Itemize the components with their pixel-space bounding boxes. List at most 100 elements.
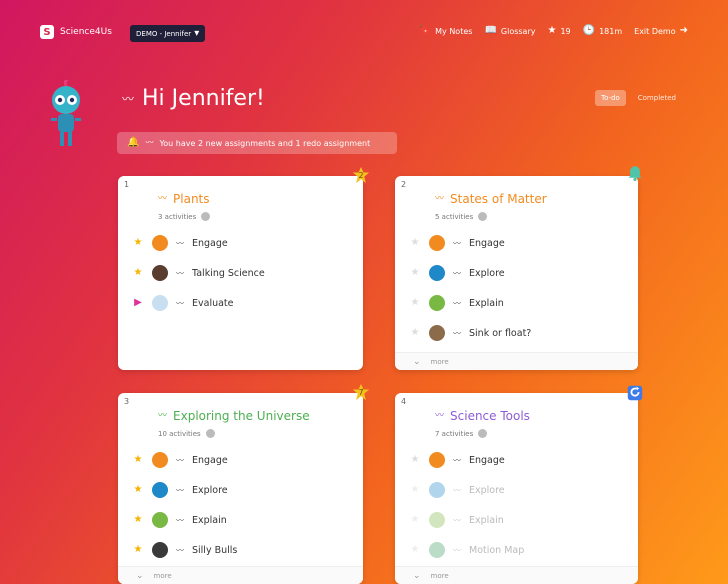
activity-row[interactable]: ★ 〰 Talking Science	[132, 258, 353, 288]
chevron-down-icon: ⌄	[136, 570, 144, 581]
assignment-card[interactable]: 4 〰 Science Tools 7 activities ★ 〰 Engag…	[395, 393, 638, 584]
exit-demo-link[interactable]: Exit Demo ➜	[634, 26, 688, 36]
stars-counter[interactable]: ★ 19	[547, 26, 570, 36]
activity-thumbnail	[152, 235, 168, 251]
assignment-card[interactable]: 1 〰 Plants 3 activities ★ 〰 Engage ★ 〰 T…	[118, 176, 363, 370]
audio-wave-icon[interactable]: 〰	[158, 194, 167, 204]
audio-wave-icon[interactable]: 〰	[145, 138, 153, 148]
new-badge-icon: 2	[352, 166, 370, 184]
exit-icon: ➜	[679, 25, 688, 36]
audio-wave-icon[interactable]: 〰	[453, 298, 461, 309]
audio-wave-icon[interactable]: 〰	[176, 455, 184, 466]
activity-row[interactable]: ★ 〰 Engage	[409, 228, 628, 258]
assignment-card[interactable]: 2 〰 States of Matter 5 activities ★ 〰 En…	[395, 176, 638, 370]
audio-wave-icon[interactable]: 〰	[453, 238, 461, 249]
activity-count-text: 5 activities	[435, 212, 474, 221]
star-icon: ★	[133, 484, 143, 495]
audio-wave-icon[interactable]: 〰	[453, 485, 461, 496]
bell-badge-icon	[626, 163, 644, 181]
audio-wave-icon[interactable]: 〰	[435, 194, 444, 204]
audio-wave-icon[interactable]: 〰	[176, 238, 184, 249]
top-bar: S Science4Us DEMO - Jennifer ▾ 🔖 My Note…	[0, 0, 728, 62]
audio-wave-icon[interactable]: 〰	[176, 268, 184, 279]
activity-row[interactable]: ★ 〰 Explain	[409, 288, 628, 318]
activity-row[interactable]: ★ 〰 Explain	[409, 505, 628, 535]
activity-count: 5 activities	[435, 212, 488, 221]
card-title-text: Exploring the Universe	[173, 409, 310, 423]
empty-star-icon: ★	[410, 237, 420, 248]
activity-row[interactable]: ★ 〰 Motion Map	[409, 535, 628, 565]
audio-wave-icon[interactable]: 〰	[176, 485, 184, 496]
brand-logo[interactable]: S Science4Us	[40, 25, 112, 39]
audio-wave-icon[interactable]: 〰	[158, 411, 167, 421]
info-icon[interactable]	[205, 429, 215, 438]
activity-label: Engage	[192, 237, 228, 249]
activity-count-text: 10 activities	[158, 429, 201, 438]
activity-row[interactable]: ★ 〰 Sink or float?	[409, 318, 628, 348]
card-title: 〰 Plants	[158, 192, 210, 206]
top-nav: 🔖 My Notes 📖 Glossary ★ 19 🕒 181m Exit D…	[419, 26, 688, 36]
info-icon[interactable]	[478, 429, 488, 438]
badge-count: 7	[358, 387, 364, 397]
activity-thumbnail	[429, 235, 445, 251]
exit-demo-label: Exit Demo	[634, 26, 676, 36]
info-icon[interactable]	[478, 212, 488, 221]
activity-row[interactable]: ★ 〰 Explore	[132, 475, 353, 505]
activity-thumbnail	[152, 542, 168, 558]
more-toggle[interactable]: ⌄ more	[118, 566, 363, 584]
audio-wave-icon[interactable]: 〰	[176, 298, 184, 309]
activity-thumbnail	[429, 512, 445, 528]
activity-row[interactable]: ★ 〰 Engage	[409, 445, 628, 475]
card-number: 1	[124, 180, 130, 189]
my-notes-link[interactable]: 🔖 My Notes	[419, 26, 473, 36]
star-icon: ★	[133, 544, 143, 555]
activity-label: Engage	[192, 454, 228, 466]
more-toggle[interactable]: ⌄ more	[395, 352, 638, 370]
tab-group: To-do Completed	[595, 90, 682, 106]
assignment-card[interactable]: 3 〰 Exploring the Universe 10 activities…	[118, 393, 363, 584]
tab-completed[interactable]: Completed	[632, 90, 682, 106]
audio-wave-icon[interactable]: 〰	[453, 328, 461, 339]
activity-row[interactable]: ★ 〰 Explain	[132, 505, 353, 535]
activity-row[interactable]: ★ 〰 Silly Bulls	[132, 535, 353, 565]
activity-list: ★ 〰 Engage ★ 〰 Talking Science ▶ 〰 Evalu…	[132, 228, 353, 318]
bookmark-icon: 🔖	[418, 25, 432, 36]
audio-wave-icon[interactable]: 〰	[122, 93, 134, 105]
activity-row[interactable]: ★ 〰 Engage	[132, 445, 353, 475]
activity-label: Explain	[469, 514, 504, 526]
tab-todo[interactable]: To-do	[595, 90, 626, 106]
activity-thumbnail	[152, 295, 168, 311]
time-counter[interactable]: 🕒 181m	[583, 26, 623, 36]
activity-count-text: 3 activities	[158, 212, 197, 221]
audio-wave-icon[interactable]: 〰	[435, 411, 444, 421]
mascot-robot-icon	[51, 80, 81, 146]
activity-row[interactable]: ★ 〰 Explore	[409, 475, 628, 505]
glossary-link[interactable]: 📖 Glossary	[484, 26, 535, 36]
audio-wave-icon[interactable]: 〰	[176, 545, 184, 556]
activity-count: 7 activities	[435, 429, 488, 438]
audio-wave-icon[interactable]: 〰	[453, 268, 461, 279]
demo-user-dropdown[interactable]: DEMO - Jennifer ▾	[130, 25, 206, 42]
more-toggle[interactable]: ⌄ more	[395, 566, 638, 584]
activity-label: Talking Science	[192, 267, 265, 279]
star-icon: ★	[133, 237, 143, 248]
audio-wave-icon[interactable]: 〰	[176, 515, 184, 526]
audio-wave-icon[interactable]: 〰	[453, 515, 461, 526]
time-value: 181m	[599, 26, 623, 36]
activity-row[interactable]: ★ 〰 Explore	[409, 258, 628, 288]
activity-thumbnail	[429, 265, 445, 281]
audio-wave-icon[interactable]: 〰	[453, 545, 461, 556]
activity-label: Silly Bulls	[192, 544, 238, 556]
card-number: 4	[401, 397, 407, 406]
card-title-text: Science Tools	[450, 409, 530, 423]
activity-row[interactable]: ▶ 〰 Evaluate	[132, 288, 353, 318]
activity-label: Explore	[192, 484, 228, 496]
activity-row[interactable]: ★ 〰 Engage	[132, 228, 353, 258]
activity-label: Explain	[192, 514, 227, 526]
empty-star-icon: ★	[410, 514, 420, 525]
audio-wave-icon[interactable]: 〰	[453, 455, 461, 466]
greeting: 〰 Hi Jennifer!	[122, 86, 265, 111]
badge-count: 2	[358, 170, 364, 180]
activity-count: 10 activities	[158, 429, 215, 438]
info-icon[interactable]	[201, 212, 211, 221]
